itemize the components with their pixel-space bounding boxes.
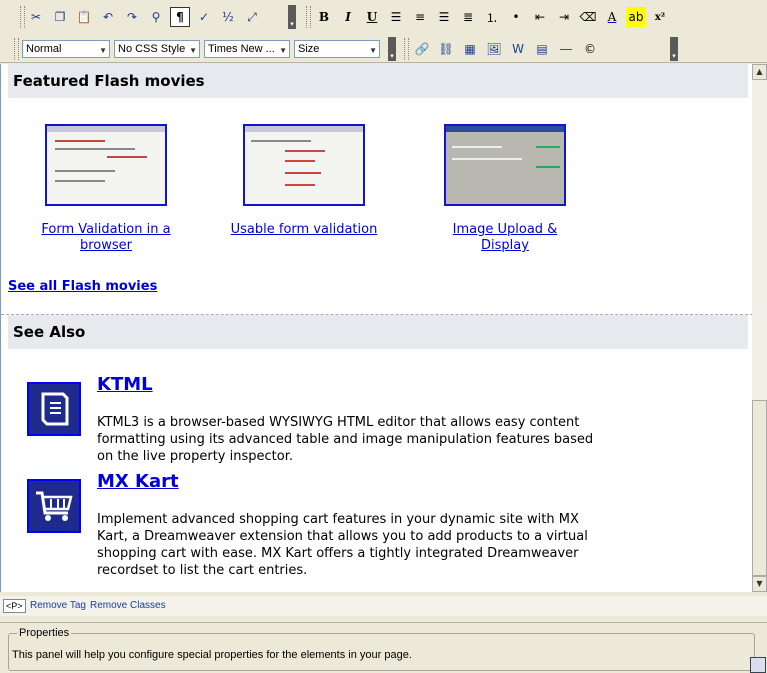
fraction-icon[interactable]: ½: [218, 7, 238, 27]
align-center-icon[interactable]: ≡: [410, 7, 430, 27]
redo-icon[interactable]: ↷: [122, 7, 142, 27]
unordered-list-icon[interactable]: •: [506, 7, 526, 27]
mx-kart-description: Implement advanced shopping cart feature…: [97, 512, 588, 578]
css-style-value: No CSS Style: [118, 43, 186, 55]
paragraph-format-value: Normal: [26, 43, 62, 55]
mx-kart-title-link[interactable]: MX Kart: [97, 471, 179, 492]
italic-button[interactable]: I: [338, 7, 358, 27]
ktml-title-link[interactable]: KTML: [97, 374, 153, 395]
justify-icon[interactable]: ≣: [458, 7, 478, 27]
format-toolbar: B I U ☰ ≡ ☰ ≣ ⒈ • ⇤ ⇥ ⌫ A ab x²: [312, 5, 672, 29]
insert-link-icon[interactable]: 🔗: [412, 39, 432, 59]
horizontal-rule-icon[interactable]: ―: [556, 39, 576, 59]
toolbar-grip[interactable]: [404, 38, 409, 60]
current-tag[interactable]: <P>: [3, 599, 26, 613]
ktml-description: KTML3 is a browser-based WYSIWYG HTML ed…: [97, 415, 594, 464]
font-family-select[interactable]: Times New ... ▼: [204, 40, 290, 58]
indent-icon[interactable]: ⇥: [554, 7, 574, 27]
remove-classes-link[interactable]: Remove Classes: [90, 600, 166, 611]
toolbar-grip[interactable]: [14, 38, 19, 60]
font-size-value: Size: [298, 43, 320, 55]
properties-legend: Properties: [19, 627, 70, 639]
movie-item[interactable]: Image Upload & Display: [427, 124, 583, 254]
paste-icon[interactable]: 📋: [74, 7, 94, 27]
properties-fieldset: Properties This panel will help you conf…: [8, 627, 766, 673]
eraser-icon[interactable]: ⌫: [578, 7, 598, 27]
bold-button[interactable]: B: [314, 7, 334, 27]
properties-message: This panel will help you configure speci…: [12, 649, 412, 661]
editor-area[interactable]: Featured Flash movies Form Validation in…: [0, 64, 752, 592]
find-icon[interactable]: ⚲: [146, 7, 166, 27]
ktml-icon[interactable]: [27, 382, 81, 436]
copyright-symbol-icon[interactable]: ©: [580, 39, 600, 59]
toolbar-row-2: Normal ▼ No CSS Style ▼ Times New ... ▼ Siz…: [0, 34, 767, 63]
toolbar-overflow-icon[interactable]: ▾: [670, 37, 678, 61]
tag-selector-bar: <P> Remove Tag Remove Classes: [0, 596, 767, 616]
css-style-select[interactable]: No CSS Style ▼: [114, 40, 200, 58]
ordered-list-icon[interactable]: ⒈: [482, 7, 502, 27]
word-icon[interactable]: W: [508, 39, 528, 59]
edit-toolbar: ✂ ❐ 📋 ↶ ↷ ⚲ ¶ ✓ ½ ⤢: [24, 5, 264, 29]
see-also-heading: See Also: [8, 315, 748, 349]
cut-icon[interactable]: ✂: [26, 7, 46, 27]
vertical-scrollbar[interactable]: ▲ ▼: [752, 64, 767, 592]
spellcheck-icon[interactable]: ✓: [194, 7, 214, 27]
movie-link[interactable]: Image Upload & Display: [427, 222, 583, 254]
movie-item[interactable]: Form Validation in a browser: [31, 124, 181, 254]
chain-icon[interactable]: ⛓: [436, 39, 456, 59]
toolbar-row-1: ✂ ❐ 📋 ↶ ↷ ⚲ ¶ ✓ ½ ⤢ ▾ B I U ☰ ≡ ☰ ≣ ⒈ • …: [0, 0, 767, 34]
font-color-icon[interactable]: A: [602, 7, 622, 27]
font-size-select[interactable]: Size ▼: [294, 40, 380, 58]
superscript-button[interactable]: x²: [650, 7, 670, 27]
movie-link[interactable]: Usable form validation: [229, 222, 379, 238]
see-all-movies-link[interactable]: See all Flash movies: [8, 279, 157, 294]
paragraph-marks-icon[interactable]: ¶: [170, 7, 190, 27]
toolbar-overflow-icon[interactable]: ▾: [288, 5, 296, 29]
undo-icon[interactable]: ↶: [98, 7, 118, 27]
insert-toolbar: 🔗 ⛓ ▦ 🖼 W ▤ ― ©: [410, 37, 602, 61]
scroll-up-icon[interactable]: ▲: [752, 64, 767, 80]
movie-item[interactable]: Usable form validation: [229, 124, 379, 238]
underline-button[interactable]: U: [362, 7, 382, 27]
copy-icon[interactable]: ❐: [50, 7, 70, 27]
movie-link[interactable]: Form Validation in a browser: [31, 222, 181, 254]
paragraph-format-select[interactable]: Normal ▼: [22, 40, 110, 58]
movie-thumbnail[interactable]: [45, 124, 167, 206]
font-family-value: Times New ...: [208, 43, 275, 55]
toolbar-grip[interactable]: [306, 6, 311, 28]
resize-icon[interactable]: ⤢: [242, 7, 262, 27]
mx-kart-icon[interactable]: [27, 479, 81, 533]
style-selectors: Normal ▼ No CSS Style ▼ Times New ... ▼ Siz…: [22, 37, 384, 61]
scroll-thumb[interactable]: [752, 400, 767, 576]
chevron-down-icon: ▼: [279, 46, 287, 55]
chevron-down-icon: ▼: [99, 46, 107, 55]
align-right-icon[interactable]: ☰: [434, 7, 454, 27]
movie-thumbnail[interactable]: [444, 124, 566, 206]
outdent-icon[interactable]: ⇤: [530, 7, 550, 27]
scroll-down-icon[interactable]: ▼: [752, 576, 767, 592]
align-left-icon[interactable]: ☰: [386, 7, 406, 27]
movie-thumbnail[interactable]: [243, 124, 365, 206]
highlight-icon[interactable]: ab: [626, 7, 646, 27]
chevron-down-icon: ▼: [369, 46, 377, 55]
properties-panel: Properties This panel will help you conf…: [0, 622, 767, 673]
table-icon[interactable]: ▦: [460, 39, 480, 59]
toolbar-overflow-icon[interactable]: ▾: [388, 37, 396, 61]
properties-panel-icon[interactable]: [750, 657, 766, 673]
image-icon[interactable]: 🖼: [484, 39, 504, 59]
remove-tag-link[interactable]: Remove Tag: [30, 600, 86, 611]
featured-heading: Featured Flash movies: [8, 64, 748, 98]
chevron-down-icon: ▼: [189, 46, 197, 55]
template-icon[interactable]: ▤: [532, 39, 552, 59]
